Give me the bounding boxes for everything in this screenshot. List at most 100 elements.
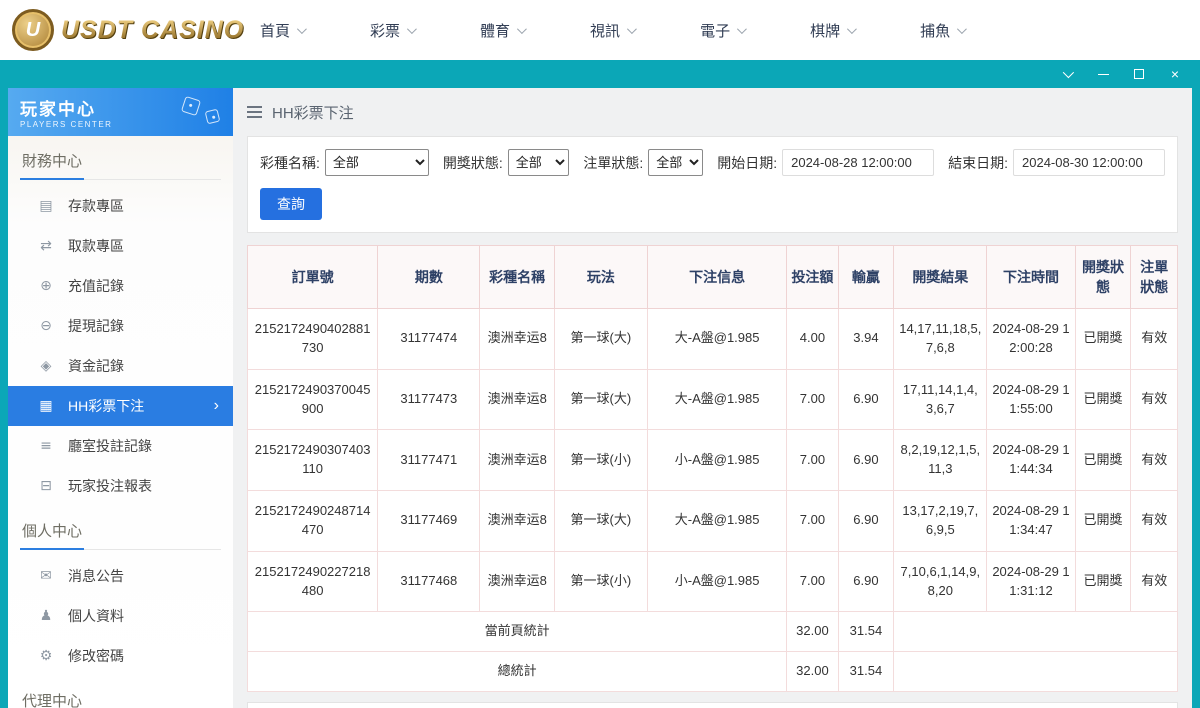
logo-text: USDT CASINO — [61, 16, 244, 45]
table-cell: 2024-08-29 12:00:28 — [987, 309, 1075, 370]
sidebar-item-label: 消息公告 — [68, 566, 124, 586]
column-header: 訂單號 — [248, 246, 378, 309]
lottery-name-select[interactable]: 全部 — [325, 149, 429, 176]
sidebar-item-room-bet-record[interactable]: ≡廳室投註記錄 — [8, 426, 233, 466]
table-cell: 7.00 — [787, 369, 838, 430]
table-cell: 澳洲幸运8 — [480, 551, 554, 612]
collapse-button[interactable] — [1056, 65, 1078, 83]
grand-summary-row: 總統計32.0031.54 — [248, 652, 1178, 692]
nav-item-0[interactable]: 首頁 — [260, 12, 304, 49]
nav-item-6[interactable]: 捕魚 — [920, 12, 964, 49]
sidebar-item-deposit[interactable]: ▤存款專區 — [8, 186, 233, 226]
table-cell: 31177473 — [378, 369, 480, 430]
summary-label: 總統計 — [248, 652, 787, 692]
column-header: 注單狀態 — [1131, 246, 1178, 309]
column-header: 投注額 — [787, 246, 838, 309]
summary-bet-total: 32.00 — [787, 652, 838, 692]
column-header: 輸贏 — [838, 246, 894, 309]
top-header: U USDT CASINO 首頁 彩票 體育 視訊 電子 棋牌 捕魚 — [0, 0, 1200, 60]
bets-table-wrap: 訂單號期數彩種名稱玩法下注信息投注額輸贏開獎結果下注時間開獎狀態注單狀態 215… — [247, 245, 1178, 692]
table-cell: 第一球(大) — [554, 491, 647, 552]
logo-coin-icon: U — [12, 9, 54, 51]
hamburger-icon[interactable] — [247, 103, 262, 121]
table-cell: 小-A盤@1.985 — [647, 430, 787, 491]
table-cell: 已開獎 — [1075, 309, 1131, 370]
search-button[interactable]: 查詢 — [260, 188, 322, 220]
page-header: HH彩票下注 — [247, 88, 1178, 136]
table-cell: 7,10,6,1,14,9,8,20 — [894, 551, 987, 612]
logo[interactable]: U USDT CASINO — [12, 9, 260, 51]
table-cell: 2152172490307403110 — [248, 430, 378, 491]
maximize-icon — [1134, 69, 1144, 79]
nav-item-2[interactable]: 體育 — [480, 12, 524, 49]
nav-item-label: 視訊 — [590, 20, 620, 41]
nav-item-5[interactable]: 棋牌 — [810, 12, 854, 49]
sidebar-item-withdrawal-record[interactable]: ⊖提現記錄 — [8, 306, 233, 346]
sidebar-item-password[interactable]: ⚙修改密碼 — [8, 636, 233, 676]
draw-status-select[interactable]: 全部 — [508, 149, 570, 176]
table-footer: 每頁顯示20條 共5条 首页 上一页 1 下一页 第 页 跳转 — [247, 702, 1178, 708]
sidebar-item-lottery-bet[interactable]: ▦HH彩票下注› — [8, 386, 233, 426]
table-cell: 已開獎 — [1075, 369, 1131, 430]
sidebar-item-profile[interactable]: ♟ 個人資料 — [8, 596, 233, 636]
start-date-input[interactable] — [782, 149, 934, 176]
sidebar: 玩家中心 PLAYERS CENTER 財務中心▤存款專區⇄取款專區⊕充值記錄⊖… — [8, 88, 233, 708]
table-cell: 2152172490370045900 — [248, 369, 378, 430]
sidebar-section-label: 財務中心 — [20, 150, 221, 180]
draw-status-label: 開獎狀態: — [443, 153, 503, 173]
table-cell: 已開獎 — [1075, 491, 1131, 552]
summary-winloss-total: 31.54 — [838, 652, 894, 692]
players-center-subtitle: PLAYERS CENTER — [20, 120, 221, 129]
column-header: 玩法 — [554, 246, 647, 309]
recharge-record-icon: ⊕ — [38, 278, 54, 294]
table-cell: 2152172490248714470 — [248, 491, 378, 552]
top-nav: 首頁 彩票 體育 視訊 電子 棋牌 捕魚 — [260, 12, 1030, 49]
sidebar-section-label: 代理中心 — [20, 690, 221, 708]
maximize-button[interactable] — [1128, 65, 1150, 83]
table-cell: 14,17,11,18,5,7,6,8 — [894, 309, 987, 370]
nav-item-4[interactable]: 電子 — [700, 12, 744, 49]
sidebar-item-label: 提現記錄 — [68, 316, 124, 336]
nav-item-1[interactable]: 彩票 — [370, 12, 414, 49]
summary-winloss-total: 31.54 — [838, 612, 894, 652]
table-cell: 2024-08-29 11:34:47 — [987, 491, 1075, 552]
profile-icon: ♟ — [38, 608, 54, 624]
table-cell: 4.00 — [787, 309, 838, 370]
sidebar-item-recharge-record[interactable]: ⊕ 充值記錄 — [8, 266, 233, 306]
bets-table: 訂單號期數彩種名稱玩法下注信息投注額輸贏開獎結果下注時間開獎狀態注單狀態 215… — [247, 245, 1178, 692]
window-titlebar: × — [0, 60, 1200, 88]
table-cell: 澳洲幸运8 — [480, 430, 554, 491]
sidebar-item-label: HH彩票下注 — [68, 396, 144, 416]
column-header: 下注時間 — [987, 246, 1075, 309]
table-cell: 2024-08-29 11:31:12 — [987, 551, 1075, 612]
table-header-row: 訂單號期數彩種名稱玩法下注信息投注額輸贏開獎結果下注時間開獎狀態注單狀態 — [248, 246, 1178, 309]
nav-item-3[interactable]: 視訊 — [590, 12, 634, 49]
chevron-down-icon — [297, 24, 307, 34]
withdraw-icon: ⇄ — [38, 238, 54, 254]
table-cell: 6.90 — [838, 491, 894, 552]
sidebar-item-announcement[interactable]: ✉消息公告 — [8, 556, 233, 596]
order-status-select[interactable]: 全部 — [648, 149, 703, 176]
table-cell: 澳洲幸运8 — [480, 369, 554, 430]
page-summary-row: 當前頁統計32.0031.54 — [248, 612, 1178, 652]
close-button[interactable]: × — [1164, 65, 1186, 83]
table-cell: 2024-08-29 11:55:00 — [987, 369, 1075, 430]
sidebar-item-withdraw[interactable]: ⇄取款專區 — [8, 226, 233, 266]
chevron-down-icon — [627, 24, 637, 34]
chevron-down-icon — [517, 24, 527, 34]
minimize-button[interactable] — [1092, 65, 1114, 83]
table-cell: 31177469 — [378, 491, 480, 552]
summary-empty — [894, 612, 1178, 652]
end-date-input[interactable] — [1013, 149, 1165, 176]
sidebar-item-label: 修改密碼 — [68, 646, 124, 666]
table-cell: 已開獎 — [1075, 551, 1131, 612]
sidebar-item-funds-record[interactable]: ◈資金記錄 — [8, 346, 233, 386]
table-cell: 大-A盤@1.985 — [647, 309, 787, 370]
sidebar-item-label: 個人資料 — [68, 606, 124, 626]
sidebar-item-label: 充值記錄 — [68, 276, 124, 296]
column-header: 期數 — [378, 246, 480, 309]
chevron-down-icon — [847, 24, 857, 34]
sidebar-item-player-report[interactable]: ⊟玩家投注報表 — [8, 466, 233, 506]
nav-item-label: 棋牌 — [810, 20, 840, 41]
sidebar-item-label: 存款專區 — [68, 196, 124, 216]
